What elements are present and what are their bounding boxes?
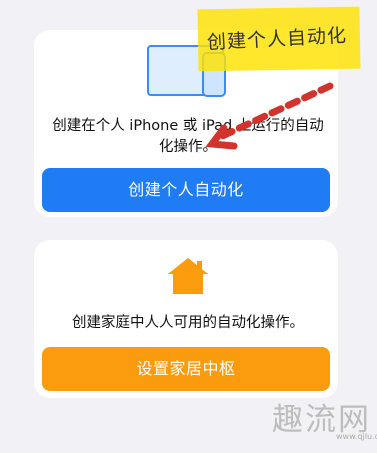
watermark-url: www.qjlu.com [336,432,377,441]
set-up-home-hub-button[interactable]: 设置家居中枢 [42,347,330,391]
site-watermark: 趣流网 www.qjlu.com [272,394,377,450]
home-automation-card: 创建家庭中人人可用的自动化操作。 设置家居中枢 [34,240,338,398]
create-personal-automation-button[interactable]: 创建个人自动化 [42,168,330,212]
home-automation-description: 创建家庭中人人可用的自动化操作。 [72,315,304,331]
arrow-icon [205,82,334,150]
house-icon [168,258,208,294]
